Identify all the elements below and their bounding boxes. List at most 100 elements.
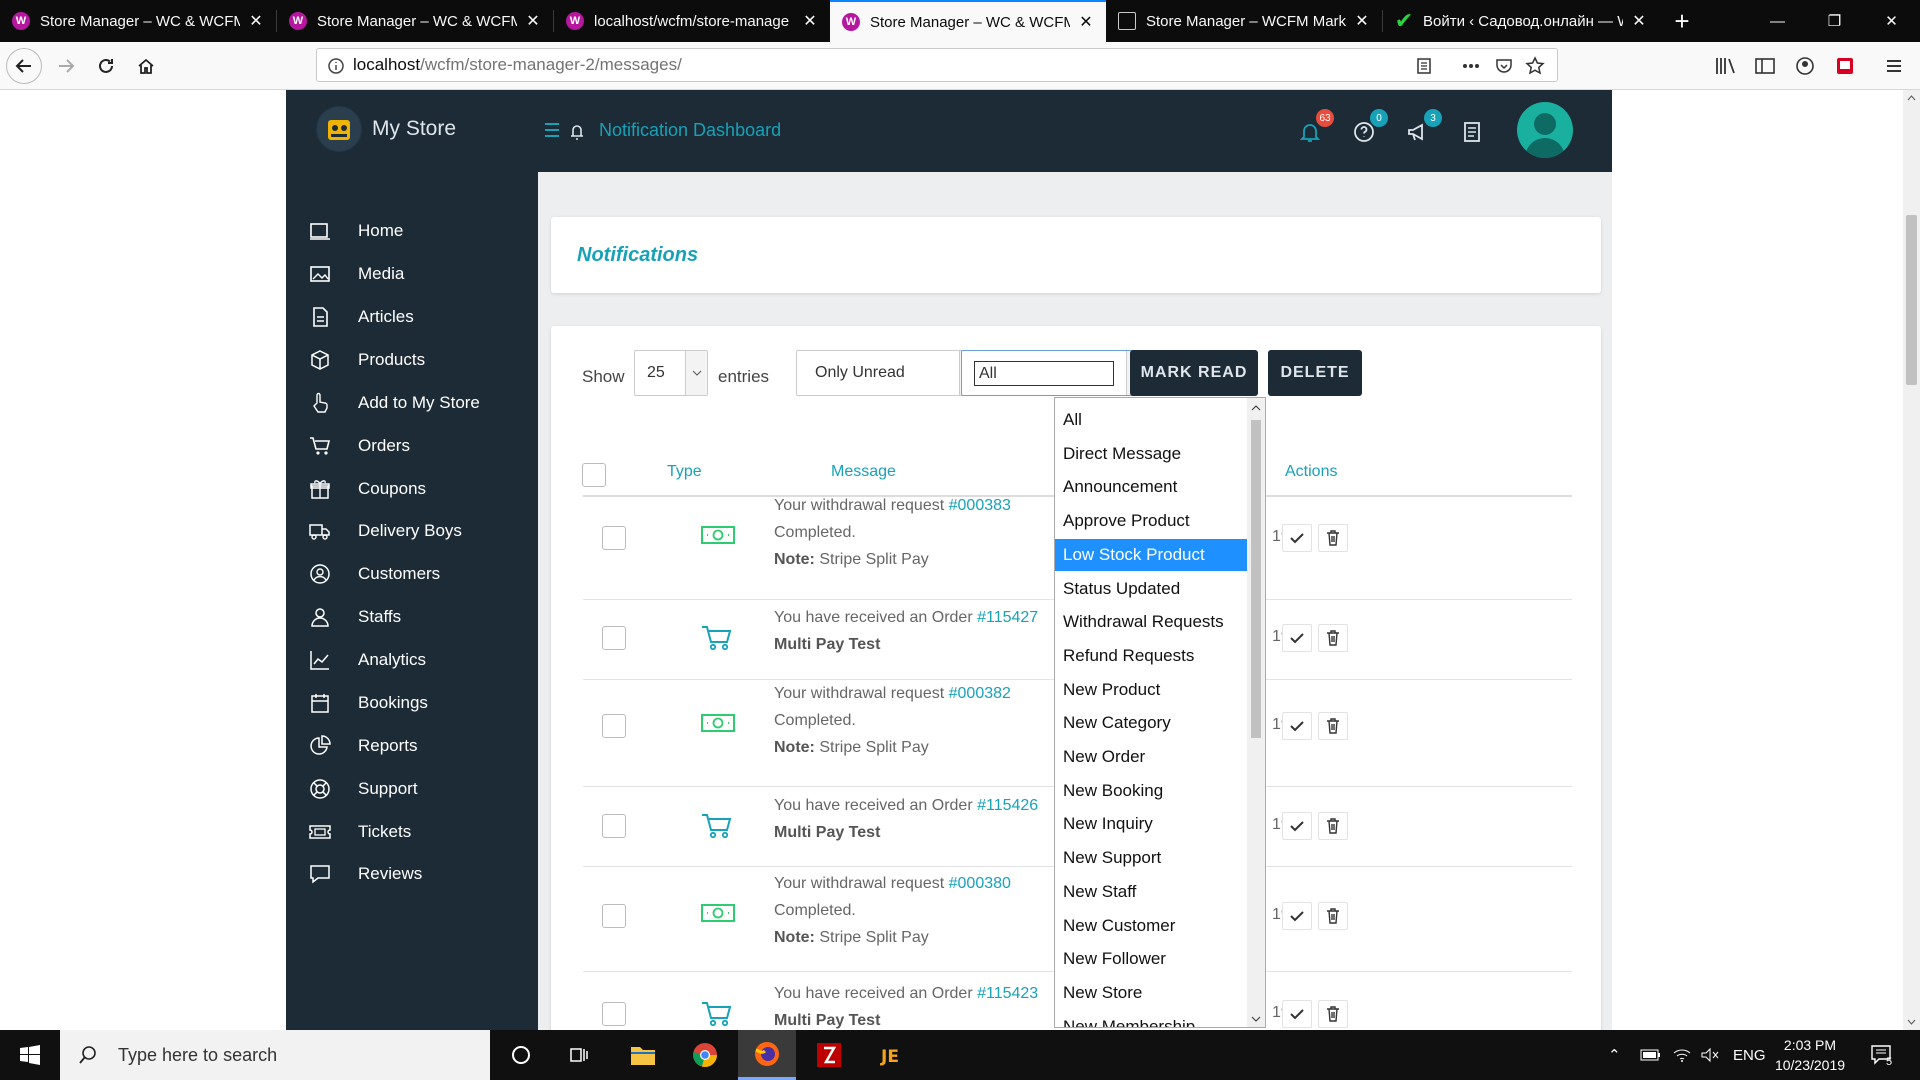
close-tab-icon[interactable]: ✕ [1354,11,1370,31]
cortana-button[interactable] [492,1030,550,1080]
message-link[interactable]: #000382 [949,685,1011,702]
jetbrains-app[interactable]: JE [862,1030,920,1080]
browser-tab[interactable]: ✔ Войти ‹ Садовод.онлайн — W ✕ [1383,0,1659,42]
dropdown-option-new-order[interactable]: New Order [1055,741,1247,773]
task-view-button[interactable] [550,1030,608,1080]
start-button[interactable] [0,1030,60,1080]
close-window-button[interactable]: ✕ [1863,0,1920,42]
help-button[interactable]: 0 [1352,109,1388,144]
delete-action[interactable] [1318,812,1348,840]
dropdown-option-direct-message[interactable]: Direct Message [1055,438,1247,470]
dropdown-scrollbar[interactable] [1247,398,1265,1027]
battery-icon[interactable] [1640,1030,1662,1080]
wifi-icon[interactable] [1672,1030,1692,1080]
dropdown-option-new-category[interactable]: New Category [1055,707,1247,739]
delete-action[interactable] [1318,712,1348,740]
row-checkbox[interactable] [602,904,626,928]
sidebar-item-support[interactable]: Support [308,774,528,804]
mark-read-action[interactable] [1282,902,1312,930]
dropdown-option-new-support[interactable]: New Support [1055,842,1247,874]
delete-action[interactable] [1318,624,1348,652]
close-tab-icon[interactable]: ✕ [248,11,264,31]
volume-icon[interactable] [1700,1030,1720,1080]
dropdown-option-new-product[interactable]: New Product [1055,674,1247,706]
knowledgebase-button[interactable] [1460,120,1484,144]
row-checkbox[interactable] [602,814,626,838]
mark-read-action[interactable] [1282,1000,1312,1028]
message-link[interactable]: #115426 [977,797,1038,814]
dropdown-scrollbar-thumb[interactable] [1251,420,1261,738]
dropdown-option-refund-requests[interactable]: Refund Requests [1055,640,1247,672]
status-filter-select[interactable]: Only Unread [796,350,982,396]
type-filter-select[interactable]: All [961,350,1149,396]
dropdown-option-new-inquiry[interactable]: New Inquiry [1055,808,1247,840]
type-column-header[interactable]: Type [667,463,702,481]
select-all-checkbox[interactable] [582,463,606,487]
mark-read-action[interactable] [1282,524,1312,552]
sidebar-item-delivery-boys[interactable]: Delivery Boys [308,516,528,546]
sidebar-item-reports[interactable]: Reports [308,731,528,761]
reload-button[interactable] [88,48,124,84]
dropdown-option-new-store[interactable]: New Store [1055,977,1247,1009]
dropdown-option-new-staff[interactable]: New Staff [1055,876,1247,908]
delete-button[interactable]: DELETE [1268,350,1362,396]
mark-read-action[interactable] [1282,812,1312,840]
announcements-button[interactable]: 3 [1406,109,1442,144]
dropdown-option-approve-product[interactable]: Approve Product [1055,505,1247,537]
sidebar-item-home[interactable]: Home [308,216,528,246]
row-checkbox[interactable] [602,626,626,650]
store-name[interactable]: My Store [372,117,456,141]
menu-toggle-icon[interactable] [543,120,587,142]
back-button[interactable] [6,48,42,84]
dropdown-option-new-follower[interactable]: New Follower [1055,943,1247,975]
sidebar-item-coupons[interactable]: Coupons [308,474,528,504]
firefox-app[interactable] [738,1030,796,1080]
browser-tab[interactable]: W Store Manager – WC & WCFM ✕ [0,0,276,42]
delete-action[interactable] [1318,524,1348,552]
home-button[interactable] [128,48,164,84]
message-link[interactable]: #115427 [977,609,1038,626]
sidebar-item-products[interactable]: Products [308,345,528,375]
dropdown-option-low-stock-product[interactable]: Low Stock Product [1055,538,1247,571]
row-checkbox[interactable] [602,714,626,738]
row-checkbox[interactable] [602,526,626,550]
sidebar-item-reviews[interactable]: Reviews [308,859,528,889]
taskbar-clock[interactable]: 2:03 PM 10/23/2019 [1760,1035,1860,1075]
page-scrollbar-thumb[interactable] [1906,215,1917,385]
store-logo[interactable] [316,106,362,152]
minimize-button[interactable]: — [1749,0,1806,42]
dropdown-option-announcement[interactable]: Announcement [1055,471,1247,503]
delete-action[interactable] [1318,1000,1348,1028]
filezilla-app[interactable] [800,1030,858,1080]
url-bar[interactable]: localhost/wcfm/store-manager-2/messages/ [316,48,1558,82]
browser-tab[interactable]: Store Manager – WCFM Marke ✕ [1106,0,1382,42]
chrome-app[interactable] [676,1030,734,1080]
sidebar-item-bookings[interactable]: Bookings [308,688,528,718]
sidebar-toggle-icon[interactable] [1754,56,1776,76]
sidebar-item-media[interactable]: Media [308,259,528,289]
sidebar-item-customers[interactable]: Customers [308,559,528,589]
dropdown-option-withdrawal-requests[interactable]: Withdrawal Requests [1055,606,1247,638]
hamburger-menu-icon[interactable] [1884,56,1904,76]
browser-tab[interactable]: Wlocalhost/wcfm/store-manage ✕ [554,0,830,42]
dropdown-option-status-updated[interactable]: Status Updated [1055,573,1247,605]
sidebar-item-analytics[interactable]: Analytics [308,645,528,675]
message-link[interactable]: #000380 [949,875,1011,892]
message-column-header[interactable]: Message [831,463,896,481]
restore-button[interactable]: ❐ [1806,0,1863,42]
user-avatar[interactable] [1517,102,1573,158]
mark-read-action[interactable] [1282,712,1312,740]
browser-tab[interactable]: W Store Manager – WC & WCFM ✕ [277,0,553,42]
dropdown-option-new-membership[interactable]: New Membership [1055,1011,1247,1027]
page-scrollbar[interactable] [1903,90,1920,1030]
notifications-button[interactable]: 63 [1298,109,1334,144]
extension-icon[interactable] [1834,55,1856,77]
dropdown-option-new-booking[interactable]: New Booking [1055,775,1247,807]
mark-read-action[interactable] [1282,624,1312,652]
close-tab-icon[interactable]: ✕ [802,11,818,31]
close-tab-icon[interactable]: ✕ [1631,11,1647,31]
delete-action[interactable] [1318,902,1348,930]
dropdown-option-all[interactable]: All [1055,404,1247,436]
action-center-button[interactable]: 5 [1870,1030,1894,1080]
forward-button[interactable] [48,48,84,84]
